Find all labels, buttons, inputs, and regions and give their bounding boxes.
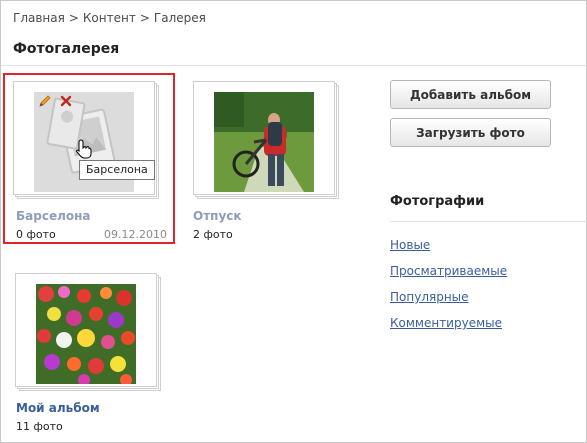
page-title: Фотогалерея <box>13 41 120 57</box>
close-icon[interactable] <box>59 94 73 108</box>
album-cover-frame <box>15 273 157 387</box>
photos-section-title: Фотографии <box>390 194 485 209</box>
hand-cursor-icon <box>76 139 92 159</box>
album-cover-photo <box>36 284 136 384</box>
divider <box>390 221 587 222</box>
link-most-commented[interactable]: Комментируемые <box>390 316 502 330</box>
album-card-otpusk[interactable] <box>193 81 343 203</box>
album-name-barcelona[interactable]: Барселона <box>16 209 91 223</box>
album-cover-photo <box>214 92 314 192</box>
breadcrumb-separator: > <box>139 11 150 25</box>
upload-photo-button[interactable]: Загрузить фото <box>390 118 551 147</box>
album-name-my-album[interactable]: Мой альбом <box>16 401 100 415</box>
divider <box>1 65 587 66</box>
album-photo-count: 11 фото <box>16 420 63 433</box>
gallery-panel: Главная>Контент>Галерея Фотогалерея <box>0 0 587 443</box>
album-photo-count: 0 фото <box>16 228 56 241</box>
album-card-my-album[interactable] <box>15 273 165 395</box>
link-new[interactable]: Новые <box>390 238 430 252</box>
pencil-icon[interactable] <box>38 94 52 108</box>
breadcrumb: Главная > Контент > Галерея <box>13 11 206 25</box>
breadcrumb-home[interactable]: Главная <box>13 11 65 25</box>
breadcrumb-content[interactable]: Контент <box>83 11 136 25</box>
breadcrumb-separator: > <box>68 11 79 25</box>
album-tooltip: Барселона <box>79 160 155 180</box>
album-photo-count: 2 фото <box>193 228 233 241</box>
link-most-viewed[interactable]: Просматриваемые <box>390 264 507 278</box>
album-date: 09.12.2010 <box>104 228 167 241</box>
album-cover-frame <box>193 81 335 195</box>
breadcrumb-current: Галерея <box>153 11 206 25</box>
add-album-button[interactable]: Добавить альбом <box>390 80 551 109</box>
album-name-otpusk[interactable]: Отпуск <box>193 209 242 223</box>
link-popular[interactable]: Популярные <box>390 290 469 304</box>
